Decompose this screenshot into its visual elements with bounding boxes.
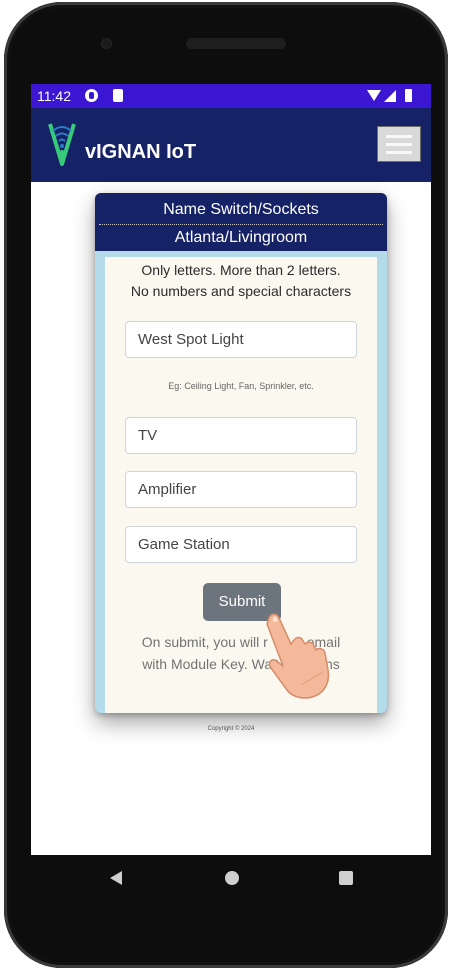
status-time: 11:42 <box>37 88 71 104</box>
submit-note-line-2: with Module Key. Wait f 2mins <box>142 656 340 672</box>
cell-signal-icon <box>384 90 396 102</box>
nav-back-icon[interactable] <box>110 871 122 885</box>
screen: 11:42 vIGNAN IoT Name Switch/Sockets Atl… <box>31 84 431 855</box>
brand-title[interactable]: vIGNAN IoT <box>85 141 196 164</box>
name-sockets-dialog: Name Switch/Sockets Atlanta/Livingroom O… <box>95 193 387 713</box>
android-nav-bar <box>31 855 431 903</box>
submit-note-line-1: On submit, you will r email <box>141 634 341 650</box>
dialog-title: Name Switch/Sockets <box>163 201 319 218</box>
header-divider <box>99 224 383 225</box>
status-bar: 11:42 <box>31 84 431 108</box>
menu-line-icon <box>386 143 412 146</box>
front-camera <box>102 39 111 48</box>
sd-card-icon <box>113 89 123 102</box>
status-icons <box>367 88 427 104</box>
notification-icon <box>85 89 98 102</box>
earpiece-speaker <box>186 38 286 49</box>
socket-name-field-1[interactable]: West Spot Light <box>125 321 357 358</box>
socket-name-field-4[interactable]: Game Station <box>125 526 357 563</box>
nav-home-icon[interactable] <box>225 871 239 885</box>
battery-icon <box>405 89 412 102</box>
instructions: Only letters. More than 2 letters. No nu… <box>105 260 377 302</box>
logo-icon[interactable] <box>47 120 77 168</box>
example-hint: Eg: Ceiling Light, Fan, Sprinkler, etc. <box>168 381 314 391</box>
hamburger-menu-button[interactable] <box>377 126 421 162</box>
instructions-line-1: Only letters. More than 2 letters. <box>141 262 341 278</box>
dialog-header: Name Switch/Sockets Atlanta/Livingroom <box>95 193 387 251</box>
app-bar: vIGNAN IoT <box>31 108 431 182</box>
nav-recents-icon[interactable] <box>339 871 353 885</box>
dialog-subtitle: Atlanta/Livingroom <box>174 229 308 246</box>
submit-note: On submit, you will r email with Module … <box>105 631 377 675</box>
menu-line-icon <box>386 151 412 154</box>
pointing-hand-icon <box>266 613 330 699</box>
dialog-body: Only letters. More than 2 letters. No nu… <box>105 257 377 713</box>
socket-name-field-3[interactable]: Amplifier <box>125 471 357 508</box>
socket-name-field-2[interactable]: TV <box>125 417 357 454</box>
menu-line-icon <box>386 135 412 138</box>
instructions-line-2: No numbers and special characters <box>130 283 352 299</box>
copyright-text: Copyright © 2024 <box>207 726 255 732</box>
wifi-icon <box>367 90 381 101</box>
